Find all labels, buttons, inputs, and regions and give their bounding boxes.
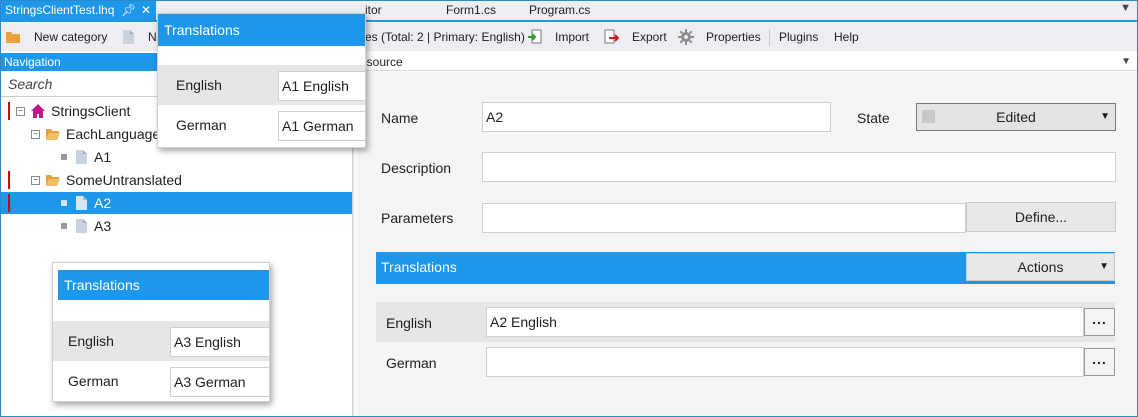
collapse-icon[interactable]: − xyxy=(31,176,40,185)
name-field[interactable]: A2 xyxy=(482,102,831,132)
tab-label: StringsClientTest.lhq xyxy=(5,3,115,17)
folder-open-icon xyxy=(46,129,60,140)
tab-editor[interactable]: itor xyxy=(365,1,382,20)
translation-value: A3 German xyxy=(170,367,269,397)
translations-title: Translations xyxy=(381,259,457,275)
tree-node-someuntranslated[interactable]: − SomeUntranslated xyxy=(1,169,352,191)
edit-german-button[interactable]: ... xyxy=(1084,348,1115,376)
pin-icon[interactable]: 📌︎ xyxy=(121,1,136,20)
new-category-button[interactable]: New category xyxy=(34,23,107,51)
translation-field-german[interactable] xyxy=(486,347,1084,377)
import-icon xyxy=(528,29,542,44)
state-swatch xyxy=(922,110,935,123)
collapse-icon[interactable]: − xyxy=(16,107,25,116)
state-label: State xyxy=(857,110,890,126)
gear-icon xyxy=(678,29,694,45)
name-label: Name xyxy=(381,110,419,126)
export-icon xyxy=(604,29,619,44)
toolbar-separator xyxy=(769,29,770,46)
plugins-button[interactable]: Plugins xyxy=(779,23,818,51)
modified-marker xyxy=(8,171,10,189)
modified-marker xyxy=(8,194,10,212)
chevron-down-icon: ▼ xyxy=(1099,261,1109,272)
tree-label: A2 xyxy=(94,195,112,211)
tab-form1[interactable]: Form1.cs xyxy=(446,1,496,20)
modified-marker xyxy=(8,102,10,120)
collapse-icon[interactable]: − xyxy=(31,130,40,139)
popup-row-english: English A1 English xyxy=(158,65,365,105)
chevron-down-icon[interactable]: ▼ xyxy=(1121,53,1131,71)
languages-button[interactable]: es (Total: 2 | Primary: English) xyxy=(365,23,525,51)
home-icon xyxy=(31,104,45,118)
tree-label: A3 xyxy=(94,218,112,234)
popup-row-german: German A1 German xyxy=(158,105,365,145)
define-button[interactable]: Define... xyxy=(966,202,1116,232)
popup-row-german: German A3 German xyxy=(53,361,269,401)
leaf-bullet xyxy=(61,154,67,160)
translations-popup-a1: Translations English A1 English German A… xyxy=(157,13,366,148)
chevron-down-icon[interactable]: ▼ xyxy=(1120,2,1131,14)
folder-icon xyxy=(6,32,20,43)
tree-node-a3[interactable]: A3 xyxy=(1,215,352,237)
state-dropdown[interactable]: Edited ▼ xyxy=(916,103,1116,131)
language-label: English xyxy=(386,315,432,331)
file-icon xyxy=(76,219,87,233)
translations-popup-a3: Translations English A3 English German A… xyxy=(52,262,270,402)
help-button[interactable]: Help xyxy=(834,23,859,51)
language-label: English xyxy=(176,77,222,93)
popup-title: Translations xyxy=(58,270,269,300)
tree-node-a2[interactable]: A2 xyxy=(1,192,352,214)
leaf-bullet xyxy=(61,223,67,229)
language-label: German xyxy=(386,355,437,371)
edit-english-button[interactable]: ... xyxy=(1084,308,1115,336)
translation-row-english: English A2 English ... xyxy=(376,302,1115,342)
actions-label: Actions xyxy=(1017,259,1064,275)
language-label: German xyxy=(176,117,227,133)
new-resource-button[interactable]: N xyxy=(148,23,157,51)
popup-row-english: English A3 English xyxy=(53,321,269,361)
description-field[interactable] xyxy=(482,152,1116,182)
export-button[interactable]: Export xyxy=(632,23,667,51)
file-icon xyxy=(123,30,134,44)
description-label: Description xyxy=(381,160,452,176)
tab-program[interactable]: Program.cs xyxy=(529,1,590,20)
chevron-down-icon: ▼ xyxy=(1100,111,1110,122)
translation-value: A3 English xyxy=(170,327,269,357)
translation-value: A1 English xyxy=(278,71,365,101)
parameters-label: Parameters xyxy=(381,210,454,226)
parameters-field[interactable] xyxy=(482,203,966,233)
tree-label: SomeUntranslated xyxy=(66,172,182,188)
folder-open-icon xyxy=(46,175,60,186)
translation-row-german: German ... xyxy=(376,342,1115,382)
tree-node-a1[interactable]: A1 xyxy=(1,146,352,168)
file-icon xyxy=(76,150,87,164)
tree-label: A1 xyxy=(94,149,112,165)
leaf-bullet xyxy=(61,200,67,206)
translation-field-english[interactable]: A2 English xyxy=(486,307,1084,337)
resource-header[interactable]: esource ▼ xyxy=(356,53,1137,71)
tab-stringsclienttest[interactable]: StringsClientTest.lhq 📌︎ ✕ xyxy=(1,1,156,20)
actions-dropdown[interactable]: Actions ▼ xyxy=(966,253,1115,281)
translation-value: A1 German xyxy=(278,111,365,141)
properties-button[interactable]: Properties xyxy=(706,23,761,51)
file-icon xyxy=(76,196,87,210)
tree-label: StringsClient xyxy=(51,103,131,119)
state-value: Edited xyxy=(996,109,1036,125)
language-label: German xyxy=(68,373,119,389)
popup-title: Translations xyxy=(158,14,365,46)
language-label: English xyxy=(68,333,114,349)
close-icon[interactable]: ✕ xyxy=(141,1,151,20)
tree-label: EachLanguage xyxy=(66,126,161,142)
import-button[interactable]: Import xyxy=(555,23,589,51)
resource-header-label: esource xyxy=(360,55,403,69)
